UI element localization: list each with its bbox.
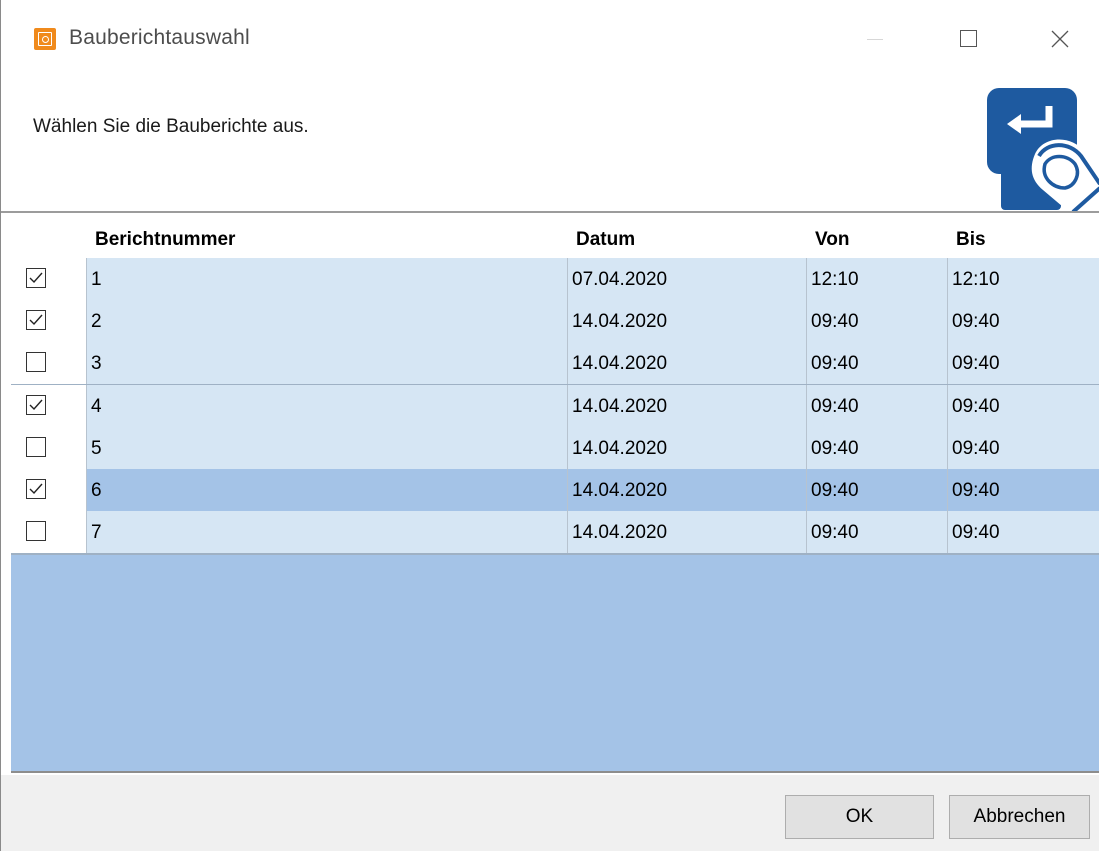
row-checkbox-cell: [11, 469, 86, 511]
report-table[interactable]: Berichtnummer Datum Von Bis 1 07.04.2020 1…: [11, 217, 1099, 773]
cell-berichtnummer: 5: [91, 438, 102, 459]
ok-button[interactable]: OK: [785, 795, 934, 839]
header-divider: [1, 211, 1099, 213]
cell-bis: 09:40: [952, 396, 1000, 417]
cell-berichtnummer: 3: [91, 353, 102, 374]
cell-datum: 14.04.2020: [572, 522, 668, 543]
cell-bis: 09:40: [952, 480, 1000, 501]
close-button[interactable]: [1031, 14, 1089, 64]
cancel-button[interactable]: Abbrechen: [949, 795, 1090, 839]
checkmark-icon: [29, 483, 43, 495]
table-row[interactable]: 6 14.04.2020 09:40 09:40: [11, 469, 1099, 513]
row-checkbox-cell: [11, 511, 86, 553]
cell-berichtnummer: 7: [91, 522, 102, 543]
cell-von: 09:40: [811, 522, 859, 543]
table-row[interactable]: 4 14.04.2020 09:40 09:40: [11, 385, 1099, 429]
cell-datum: 14.04.2020: [572, 480, 668, 501]
checkmark-icon: [29, 272, 43, 284]
window-title: Bauberichtauswahl: [69, 26, 250, 49]
close-icon: [1051, 30, 1069, 48]
row-checkbox-cell: [11, 258, 86, 300]
cell-bis: 09:40: [952, 438, 1000, 459]
checkbox-unchecked[interactable]: [26, 437, 46, 457]
checkbox-unchecked[interactable]: [26, 352, 46, 372]
cell-berichtnummer: 6: [91, 480, 102, 501]
cell-datum: 14.04.2020: [572, 438, 668, 459]
row-checkbox-cell: [11, 385, 86, 427]
cell-berichtnummer: 2: [91, 311, 102, 332]
cell-bis: 09:40: [952, 311, 1000, 332]
cell-von: 09:40: [811, 353, 859, 374]
column-header-berichtnummer[interactable]: Berichtnummer: [95, 217, 235, 258]
table-row[interactable]: 2 14.04.2020 09:40 09:40: [11, 300, 1099, 344]
row-checkbox-cell: [11, 300, 86, 342]
cell-von: 09:40: [811, 396, 859, 417]
minimize-button[interactable]: [845, 14, 903, 64]
cell-von: 09:40: [811, 438, 859, 459]
cell-berichtnummer: 1: [91, 269, 102, 290]
checkbox-checked[interactable]: [26, 479, 46, 499]
table-bottom-border: [11, 771, 1099, 773]
maximize-button[interactable]: [939, 14, 997, 64]
app-logo-icon: [34, 28, 56, 50]
cell-bis: 09:40: [952, 353, 1000, 374]
checkmark-icon: [29, 314, 43, 326]
table-row[interactable]: 7 14.04.2020 09:40 09:40: [11, 511, 1099, 555]
cell-bis: 12:10: [952, 269, 1000, 290]
table-row[interactable]: 1 07.04.2020 12:10 12:10: [11, 258, 1099, 302]
cell-bis: 09:40: [952, 522, 1000, 543]
cell-datum: 14.04.2020: [572, 353, 668, 374]
checkmark-icon: [29, 399, 43, 411]
column-header-datum[interactable]: Datum: [576, 217, 635, 258]
instruction-text: Wählen Sie die Bauberichte aus.: [33, 116, 309, 137]
cell-datum: 07.04.2020: [572, 269, 668, 290]
button-bar: OK Abbrechen: [1, 775, 1099, 851]
cell-von: 12:10: [811, 269, 859, 290]
checkbox-checked[interactable]: [26, 395, 46, 415]
table-row[interactable]: 3 14.04.2020 09:40 09:40: [11, 342, 1099, 386]
table-row[interactable]: 5 14.04.2020 09:40 09:40: [11, 427, 1099, 471]
cell-datum: 14.04.2020: [572, 396, 668, 417]
cell-von: 09:40: [811, 480, 859, 501]
column-header-bis[interactable]: Bis: [956, 217, 986, 258]
row-checkbox-cell: [11, 427, 86, 469]
cell-berichtnummer: 4: [91, 396, 102, 417]
enter-key-touch-icon: [987, 88, 1099, 212]
column-header-von[interactable]: Von: [815, 217, 849, 258]
checkbox-checked[interactable]: [26, 310, 46, 330]
title-bar[interactable]: Bauberichtauswahl: [1, 0, 1099, 84]
dialog-window: Bauberichtauswahl Wählen Sie die Bauberi…: [0, 0, 1099, 851]
checkbox-unchecked[interactable]: [26, 521, 46, 541]
row-checkbox-cell: [11, 342, 86, 384]
cell-von: 09:40: [811, 311, 859, 332]
table-header: Berichtnummer Datum Von Bis: [11, 217, 1099, 258]
cell-datum: 14.04.2020: [572, 311, 668, 332]
checkbox-checked[interactable]: [26, 268, 46, 288]
